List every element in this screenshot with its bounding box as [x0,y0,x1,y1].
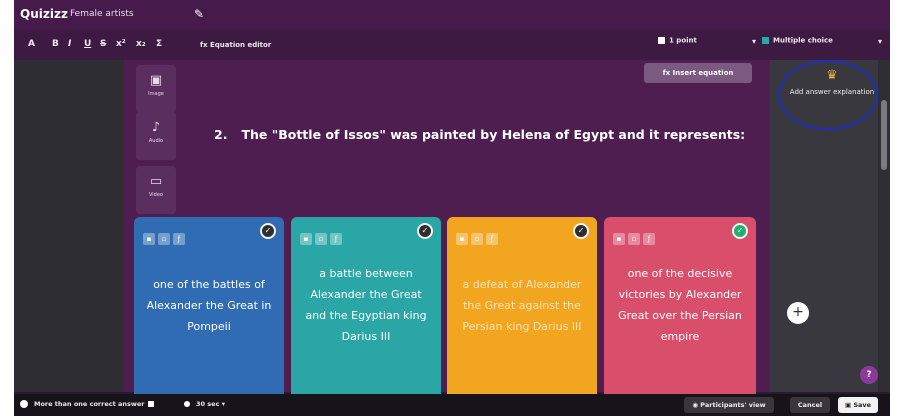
scrollbar[interactable] [878,60,890,392]
image-icon[interactable]: ▫ [471,233,483,245]
quiz-title[interactable]: Female artists [70,9,134,19]
bottom-bar: More than one correct answer 30 sec ▾ ◉ … [14,394,890,416]
delete-icon[interactable]: ▪ [613,233,625,245]
add-answer-explanation-button[interactable]: ♛ Add answer explanation [778,60,880,130]
answer-option[interactable]: ▪ ▫ ƒ ✓ one of the decisive victories by A… [604,217,756,395]
correct-answer-toggle[interactable]: ✓ [732,223,748,239]
option-text[interactable]: a battle between Alexander the Great and… [299,245,433,395]
clock-icon [184,401,190,407]
equation-icon[interactable]: ƒ [330,233,342,245]
question-number: 2. [214,127,228,142]
answer-option[interactable]: ▪ ▫ ƒ ✓ a defeat of Alexander the Great ag… [447,217,597,395]
points-select[interactable]: 1 point ▾ [658,36,758,54]
question-type-select[interactable]: Multiple choice ▾ [762,36,884,54]
scrollbar-thumb[interactable] [881,100,887,170]
pencil-icon[interactable]: ✎ [194,7,204,21]
equation-icon[interactable]: ƒ [643,233,655,245]
option-text[interactable]: one of the decisive victories by Alexand… [612,245,748,395]
option-tools: ▪ ▫ ƒ [143,226,188,245]
delete-icon[interactable]: ▪ [300,233,312,245]
correct-answer-toggle[interactable]: ✓ [260,223,276,239]
video-icon: ▭ [149,174,163,189]
timer-select[interactable]: 30 sec ▾ [184,400,225,408]
subscript-tool[interactable]: x₂ [136,39,146,49]
question-text[interactable]: 2. The "Bottle of Issos" was painted by H… [214,127,745,142]
option-tools: ▪ ▫ ƒ [613,226,658,245]
add-option-button[interactable]: + [787,302,809,324]
add-audio-button[interactable]: ♪ Audio [136,112,176,160]
help-button[interactable]: ? [860,366,878,384]
equation-editor-button[interactable]: fx Equation editor [200,41,271,49]
format-toolbar: A B I U S x² x₂ Σ fx Equation editor 1 p… [14,30,890,60]
option-text[interactable]: a defeat of Alexander the Great against … [455,245,589,395]
app-logo[interactable]: Quizizz [20,7,68,21]
option-tools: ▪ ▫ ƒ [300,226,345,245]
cancel-button[interactable]: Cancel [790,397,830,413]
strikethrough-tool[interactable]: S [100,39,106,49]
symbol-tool[interactable]: Σ [156,39,162,49]
image-icon: ▣ [149,73,163,88]
points-icon [658,37,665,44]
image-icon[interactable]: ▫ [628,233,640,245]
answer-option[interactable]: ▪ ▫ ƒ ✓ a battle between Alexander the Gre… [291,217,441,395]
add-video-button[interactable]: ▭ Video [136,166,176,214]
text-color-tool[interactable]: A [28,39,35,49]
square-icon [148,401,155,407]
option-tools: ▪ ▫ ƒ [456,226,501,245]
italic-tool[interactable]: I [68,39,71,49]
correct-answer-toggle[interactable]: ✓ [573,223,589,239]
chevron-down-icon: ▾ [877,37,882,46]
left-panel [14,60,124,392]
delete-icon[interactable]: ▪ [456,233,468,245]
toggle-icon [20,400,28,408]
mic-icon: ♪ [151,120,161,135]
insert-equation-button[interactable]: fx Insert equation [644,63,752,83]
delete-icon[interactable]: ▪ [143,233,155,245]
equation-icon[interactable]: ƒ [486,233,498,245]
add-image-button[interactable]: ▣ Image [136,65,176,113]
save-button[interactable]: ▣ Save [838,397,878,413]
underline-tool[interactable]: U [84,39,91,49]
highlight-circle [778,60,878,130]
option-text[interactable]: one of the battles of Alexander the Grea… [142,245,276,395]
image-icon[interactable]: ▫ [158,233,170,245]
top-bar: Quizizz Female artists ✎ [14,0,890,30]
question-body: The "Bottle of Issos" was painted by Hel… [241,127,746,142]
participants-view-button[interactable]: ◉ Participants' view [684,397,774,413]
chevron-down-icon: ▾ [751,37,756,46]
editor-window: Quizizz Female artists ✎ A B I U S x² x₂… [14,0,890,416]
correct-answer-toggle[interactable]: ✓ [417,223,433,239]
multi-correct-toggle[interactable]: More than one correct answer [20,400,155,408]
question-type-icon [762,37,769,44]
image-icon[interactable]: ▫ [315,233,327,245]
answer-option[interactable]: ▪ ▫ ƒ ✓ one of the battles of Alexander th… [134,217,284,395]
bold-tool[interactable]: B [52,39,59,49]
equation-icon[interactable]: ƒ [173,233,185,245]
superscript-tool[interactable]: x² [116,39,126,49]
